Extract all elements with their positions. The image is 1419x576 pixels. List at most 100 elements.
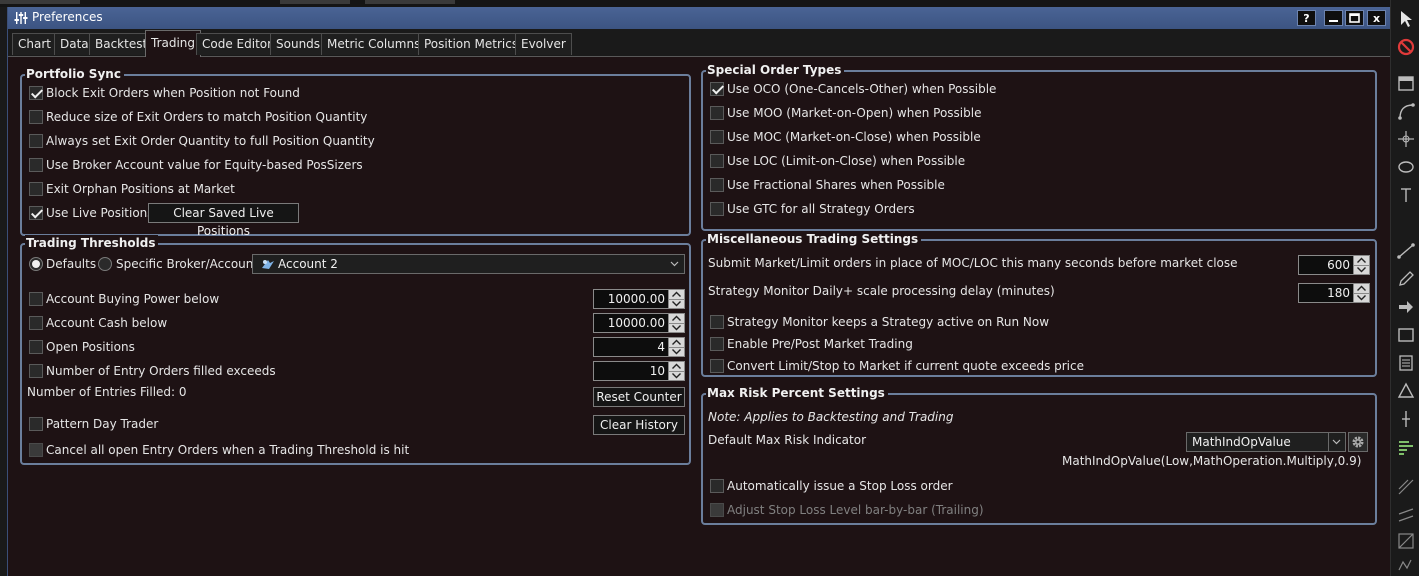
cursor-icon[interactable] (1397, 10, 1415, 28)
checkbox-label: Account Buying Power below (46, 292, 220, 306)
checkbox-label: Account Cash below (46, 316, 168, 330)
default-max-risk-label: Default Max Risk Indicator (708, 433, 866, 447)
buying-power-input[interactable] (593, 289, 669, 309)
checkbox-label: Use Broker Account value for Equity-base… (46, 158, 363, 172)
use-oco-checkbox[interactable] (710, 82, 724, 96)
convert-limit-stop-checkbox[interactable] (710, 359, 724, 373)
entry-orders-stepper[interactable] (593, 361, 685, 381)
processing-delay-input[interactable] (1298, 283, 1354, 303)
open-positions-checkbox[interactable] (29, 340, 43, 354)
use-live-positions-checkbox[interactable] (29, 206, 43, 220)
help-button[interactable]: ? (1297, 10, 1316, 26)
keep-strategy-active-checkbox[interactable] (710, 315, 724, 329)
spin-down-icon[interactable] (669, 323, 684, 332)
tab-code-editor[interactable]: Code Editor (196, 33, 279, 55)
submit-seconds-stepper[interactable] (1298, 255, 1370, 275)
max-risk-note: Note: Applies to Backtesting and Trading (708, 410, 954, 424)
reset-counter-button[interactable]: Reset Counter (593, 387, 685, 407)
pitchfork-icon[interactable] (1397, 478, 1415, 496)
pattern-day-trader-checkbox[interactable] (29, 417, 43, 431)
trendline-icon[interactable] (1397, 242, 1415, 260)
buying-power-checkbox[interactable] (29, 292, 43, 306)
close-button[interactable]: x (1367, 10, 1386, 26)
channel-icon[interactable] (1397, 506, 1415, 524)
crosshair-icon[interactable] (1397, 130, 1415, 148)
account-cash-stepper[interactable] (593, 313, 685, 333)
indicator-settings-button[interactable] (1348, 432, 1368, 452)
use-gtc-checkbox[interactable] (710, 202, 724, 216)
no-entry-icon[interactable] (1397, 38, 1415, 56)
entry-orders-input[interactable] (593, 361, 669, 381)
clear-history-button[interactable]: Clear History (593, 415, 685, 435)
spin-down-icon[interactable] (669, 347, 684, 356)
block-exit-orders-checkbox[interactable] (29, 86, 43, 100)
radio-label: Defaults (46, 257, 97, 271)
account-cash-checkbox[interactable] (29, 316, 43, 330)
auto-stop-loss-checkbox[interactable] (710, 479, 724, 493)
group-title: Special Order Types (706, 62, 845, 78)
trading-thresholds-group: Trading Thresholds Defaults Specific Bro… (20, 235, 691, 465)
rectangle-icon[interactable] (1397, 326, 1415, 344)
clear-saved-live-positions-button[interactable]: Clear Saved Live Positions (148, 203, 299, 238)
submit-seconds-input[interactable] (1298, 255, 1354, 275)
tab-sounds[interactable]: Sounds (270, 33, 327, 55)
chevron-down-icon (670, 261, 679, 267)
arrow-right-icon[interactable] (1397, 298, 1415, 316)
fibonacci-icon[interactable] (1397, 102, 1415, 120)
processing-delay-stepper[interactable] (1298, 283, 1370, 303)
fractional-shares-checkbox[interactable] (710, 178, 724, 192)
open-positions-stepper[interactable] (593, 337, 685, 357)
max-risk-indicator-select[interactable]: MathIndOpValue (1186, 432, 1346, 452)
trailing-stop-checkbox[interactable] (710, 503, 724, 517)
taskbar-item (280, 0, 350, 4)
defaults-radio[interactable] (29, 257, 43, 271)
ellipse-icon[interactable] (1397, 158, 1415, 176)
tab-position-metrics[interactable]: Position Metrics (418, 33, 525, 55)
pre-post-market-checkbox[interactable] (710, 337, 724, 351)
preferences-window: Preferences ? x Chart Data Backtest Trad… (7, 7, 1391, 576)
maximize-button[interactable] (1345, 10, 1364, 26)
pencil-icon[interactable] (1397, 270, 1415, 288)
exit-orphan-checkbox[interactable] (29, 182, 43, 196)
tab-metric-columns[interactable]: Metric Columns (321, 33, 427, 55)
use-moo-checkbox[interactable] (710, 106, 724, 120)
specific-account-radio[interactable] (98, 257, 112, 271)
gear-icon (1352, 436, 1364, 448)
tab-chart[interactable]: Chart (12, 33, 57, 55)
tab-backtest[interactable]: Backtest (89, 33, 154, 55)
minimize-icon (1329, 20, 1338, 22)
text-note-icon[interactable] (1397, 354, 1415, 372)
spin-down-icon[interactable] (669, 299, 684, 308)
spin-down-icon[interactable] (669, 371, 684, 380)
checkbox-label: Convert Limit/Stop to Market if current … (727, 359, 1084, 373)
entry-orders-filled-checkbox[interactable] (29, 364, 43, 378)
use-moc-checkbox[interactable] (710, 130, 724, 144)
account-icon (262, 260, 274, 269)
entries-filled-text: Number of Entries Filled: 0 (27, 385, 187, 399)
minimize-button[interactable] (1324, 10, 1343, 26)
full-exit-quantity-checkbox[interactable] (29, 134, 43, 148)
tab-evolver[interactable]: Evolver (515, 33, 572, 55)
vertical-line-icon[interactable] (1397, 186, 1415, 204)
triangle-icon[interactable] (1397, 382, 1415, 400)
checkbox-label: Use OCO (One-Cancels-Other) when Possibl… (727, 82, 997, 96)
spin-down-icon[interactable] (1354, 265, 1369, 274)
spin-down-icon[interactable] (1354, 293, 1369, 302)
volume-profile-icon[interactable] (1397, 438, 1415, 456)
checkbox-label: Use LOC (Limit-on-Close) when Possible (727, 154, 966, 168)
reduce-exit-size-checkbox[interactable] (29, 110, 43, 124)
broker-equity-checkbox[interactable] (29, 158, 43, 172)
account-select[interactable]: Account 2 (252, 254, 685, 274)
line-marker-icon[interactable] (1397, 410, 1415, 428)
drawing-toolbar (1390, 0, 1419, 576)
open-positions-input[interactable] (593, 337, 669, 357)
account-cash-input[interactable] (593, 313, 669, 333)
gann-icon[interactable] (1397, 532, 1415, 550)
wave-icon[interactable] (1397, 556, 1415, 574)
tab-trading[interactable]: Trading (145, 30, 202, 57)
max-risk-settings-group: Max Risk Percent Settings Note: Applies … (701, 385, 1377, 525)
calendar-icon[interactable] (1397, 74, 1415, 92)
buying-power-stepper[interactable] (593, 289, 685, 309)
use-loc-checkbox[interactable] (710, 154, 724, 168)
cancel-entry-orders-checkbox[interactable] (29, 443, 43, 457)
